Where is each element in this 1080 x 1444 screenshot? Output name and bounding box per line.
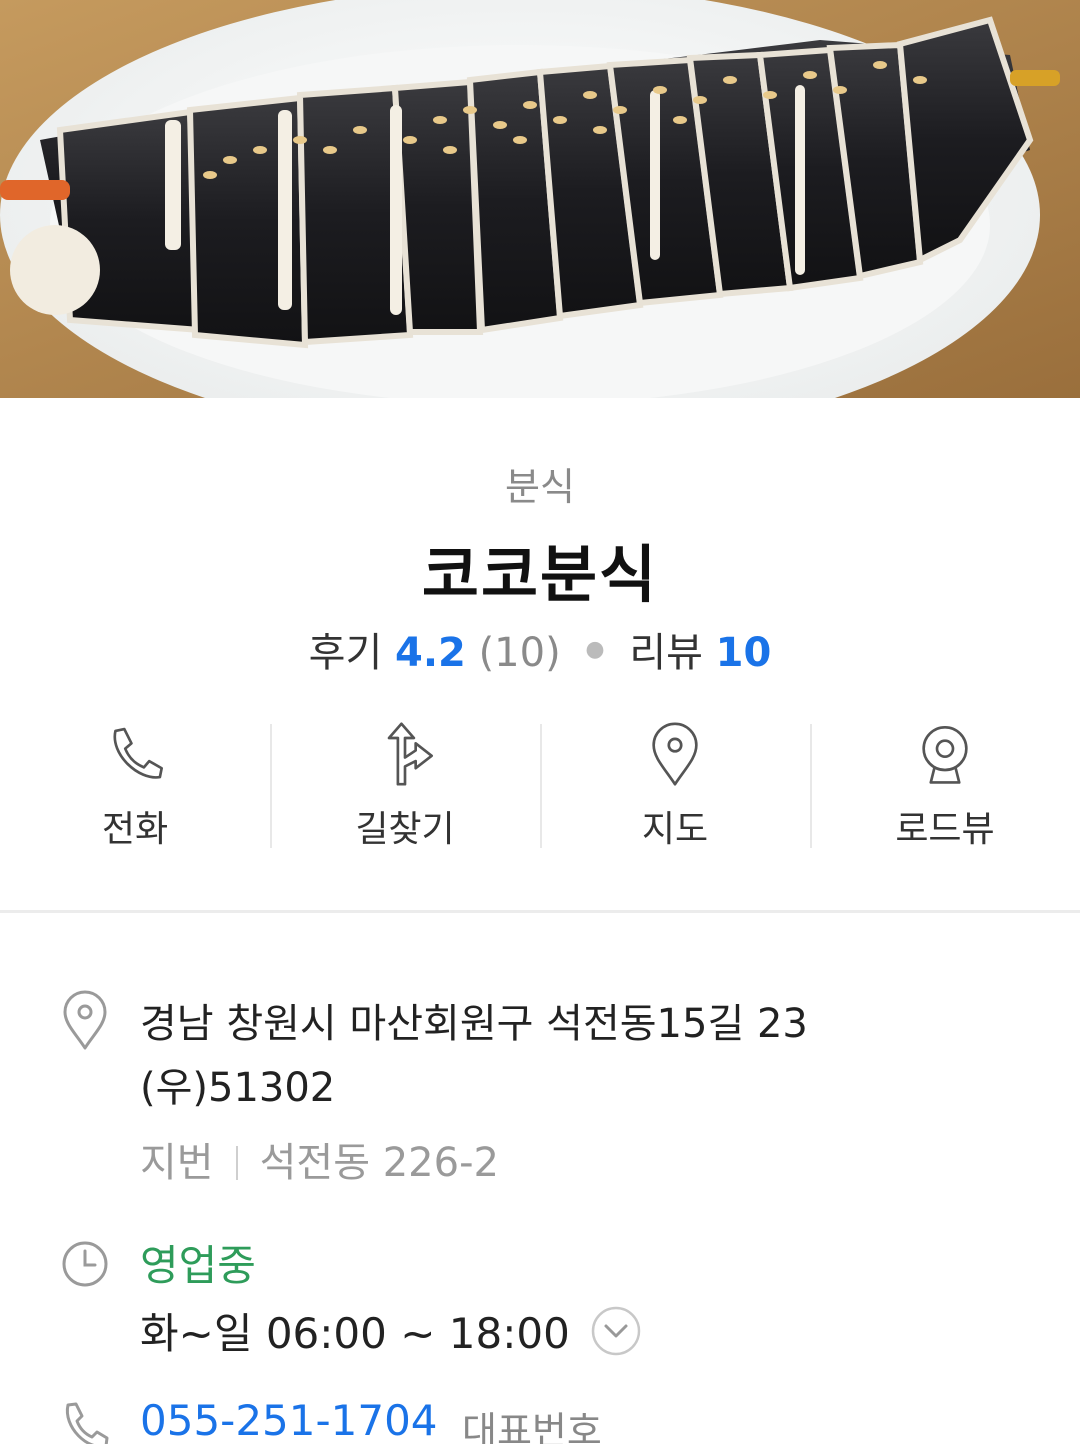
review-score: 4.2 [395,630,466,676]
map-label: 지도 [641,809,709,850]
location-pin-icon [63,990,107,1050]
phone-tag: 대표번호 [462,1409,602,1444]
open-status: 영업중 [140,1241,256,1290]
blog-review-count: 10 [715,630,772,676]
call-button[interactable]: 전화 [0,722,270,852]
jibun-address: 지번 석전동 226-2 [140,1130,499,1188]
phone-number[interactable]: 055-251-1704 [140,1396,438,1444]
roadview-icon [922,726,968,784]
directions-icon [387,722,433,786]
roadview-button[interactable]: 로드뷰 [810,722,1080,852]
business-hours[interactable]: 화~일 06:00 ~ 18:00 [140,1300,642,1361]
roadview-label: 로드뷰 [895,809,995,850]
place-title: 코코분식 [421,538,659,611]
place-category: 분식 [505,465,575,509]
phone-small-icon [65,1402,109,1444]
place-photo[interactable] [0,0,1080,398]
hours-text: 화~일 06:00 ~ 18:00 [140,1309,570,1358]
map-pin-icon [652,722,698,786]
clock-icon [62,1241,108,1287]
directions-label: 길찾기 [355,809,455,850]
action-bar: 전화 길찾기 지도 로드뷰 [0,722,1080,852]
gimbap-photo [0,0,1080,398]
map-button[interactable]: 지도 [540,722,810,852]
call-label: 전화 [101,809,169,850]
jibun-separator [235,1146,238,1180]
section-divider [0,910,1080,913]
jibun-value: 석전동 226-2 [259,1140,499,1186]
road-address: 경남 창원시 마산회원구 석전동15길 23 [140,1001,808,1047]
address[interactable]: 경남 창원시 마산회원구 석전동15길 23 (우)51302 [140,992,1040,1120]
rating-summary[interactable]: 후기 4.2 (10) ● 리뷰 10 [0,620,1080,678]
directions-button[interactable]: 길찾기 [270,722,540,852]
phone-icon [113,727,163,779]
postal-code: (우)51302 [140,1065,336,1111]
separator-dot: ● [585,637,605,662]
review-label: 후기 [308,630,383,676]
review-count: (10) [478,630,561,676]
jibun-label: 지번 [140,1140,214,1186]
chevron-down-icon[interactable] [590,1305,642,1357]
blog-review-label: 리뷰 [629,630,703,676]
